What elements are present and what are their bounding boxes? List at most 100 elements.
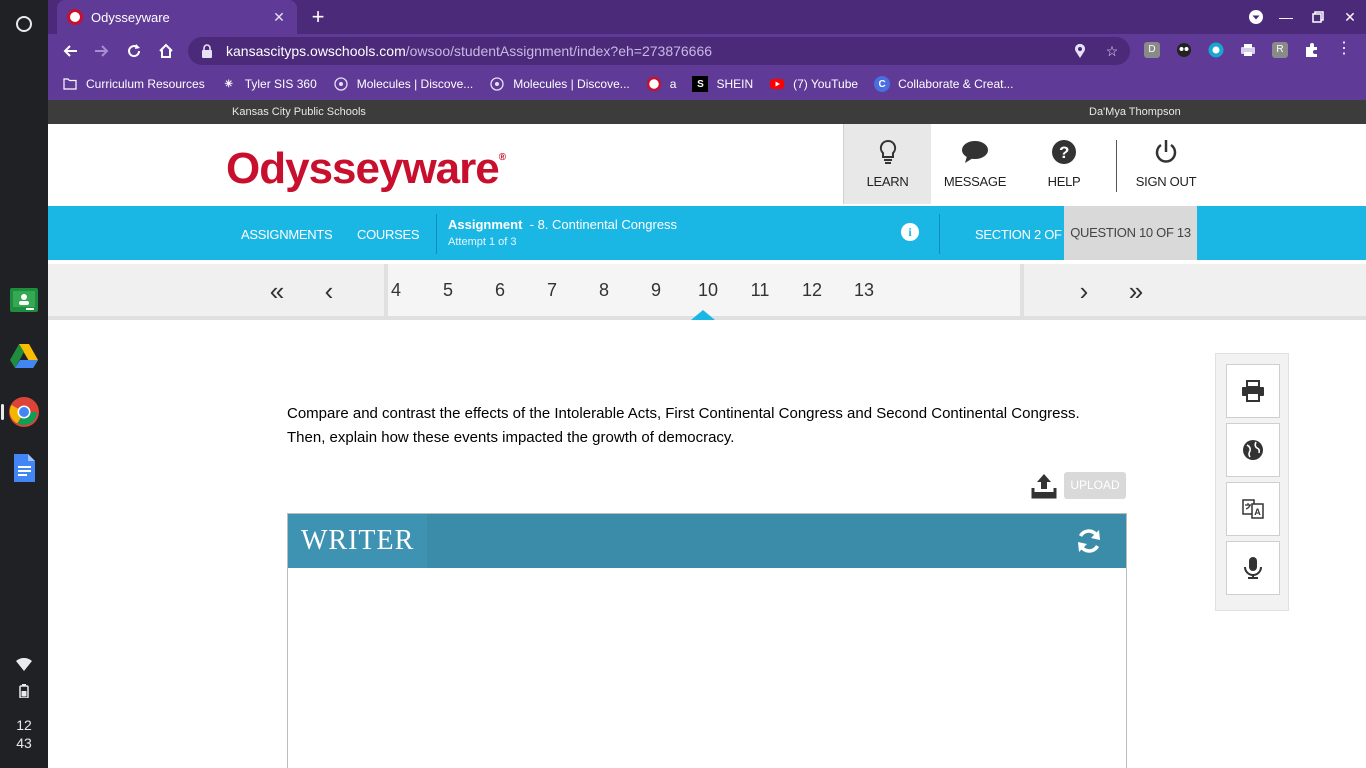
- bookmark-label: a: [669, 77, 677, 91]
- refresh-icon[interactable]: [1075, 527, 1103, 555]
- info-icon[interactable]: i: [901, 223, 919, 241]
- power-icon: [1152, 138, 1180, 166]
- bookmark-star-icon[interactable]: ☆: [1102, 41, 1122, 61]
- battery-icon: [19, 684, 29, 698]
- bookmarks-bar: Curriculum Resources ✳ Tyler SIS 360 Mol…: [48, 68, 1366, 100]
- account-bar: Kansas City Public Schools Da'Mya Thomps…: [48, 100, 1366, 124]
- google-drive-icon[interactable]: [8, 340, 40, 372]
- extensions-puzzle-icon[interactable]: [1304, 42, 1320, 58]
- molecules-icon: [333, 76, 349, 92]
- question-number-list: 4 5 6 7 8 9 10 11 12 13: [384, 264, 1024, 316]
- bookmark-molecules-1[interactable]: Molecules | Discove...: [333, 76, 473, 92]
- chrome-icon[interactable]: [8, 396, 40, 428]
- tab-strip: Odysseyware ✕ + — ✕: [48, 0, 1366, 34]
- forward-icon[interactable]: [90, 39, 114, 63]
- google-classroom-icon[interactable]: [8, 284, 40, 316]
- student-name: Da'Mya Thompson: [1089, 106, 1181, 118]
- help-icon: ?: [1050, 138, 1078, 166]
- canva-icon: C: [874, 76, 891, 92]
- courses-link[interactable]: COURSES: [357, 227, 420, 242]
- tab-search-icon[interactable]: [1245, 6, 1267, 28]
- prompt-line-2: Then, explain how these events impacted …: [287, 429, 735, 446]
- question-number[interactable]: 6: [485, 280, 515, 301]
- question-number[interactable]: 4: [381, 280, 411, 301]
- globe-icon[interactable]: [1226, 423, 1280, 477]
- google-docs-icon[interactable]: [8, 452, 40, 484]
- close-window-icon[interactable]: ✕: [1339, 6, 1361, 28]
- question-number[interactable]: 11: [745, 280, 775, 301]
- question-number[interactable]: 5: [433, 280, 463, 301]
- last-question-icon[interactable]: »: [1122, 278, 1150, 306]
- upload-button[interactable]: UPLOAD: [1064, 472, 1126, 499]
- previous-question-icon[interactable]: ‹: [315, 278, 343, 306]
- microphone-icon[interactable]: [1226, 541, 1280, 595]
- system-clock[interactable]: 12 43: [0, 716, 48, 752]
- url-host: kansascityps.owschools.com: [226, 43, 406, 59]
- browser-menu-icon[interactable]: ⋮: [1336, 41, 1352, 58]
- next-question-icon[interactable]: ›: [1070, 278, 1098, 306]
- wifi-icon: [16, 658, 32, 671]
- assignments-link[interactable]: ASSIGNMENTS: [241, 227, 333, 242]
- odysseyware-icon: [646, 76, 662, 92]
- extension-d-icon[interactable]: D: [1144, 42, 1160, 58]
- reload-icon[interactable]: [122, 39, 146, 63]
- tab-title: Odysseyware: [91, 9, 170, 25]
- question-number[interactable]: 12: [797, 280, 827, 301]
- new-tab-button[interactable]: +: [306, 5, 330, 29]
- launcher-icon[interactable]: [10, 10, 38, 38]
- bookmark-collaborate[interactable]: C Collaborate & Creat...: [874, 76, 1013, 92]
- nav-label: SIGN OUT: [1135, 174, 1197, 189]
- home-icon[interactable]: [154, 39, 178, 63]
- restore-icon[interactable]: [1307, 6, 1329, 28]
- translate-icon[interactable]: A: [1226, 482, 1280, 536]
- odysseyware-favicon: [67, 9, 83, 25]
- bookmark-youtube[interactable]: (7) YouTube: [769, 76, 858, 92]
- print-icon[interactable]: [1226, 364, 1280, 418]
- nav-label: MESSAGE: [943, 174, 1007, 189]
- question-number[interactable]: 7: [537, 280, 567, 301]
- browser-tab[interactable]: Odysseyware ✕: [57, 0, 297, 34]
- minimize-icon[interactable]: —: [1275, 6, 1297, 28]
- address-bar[interactable]: kansascityps.owschools.com/owsoo/student…: [188, 37, 1130, 65]
- extension-blue-icon[interactable]: [1208, 42, 1224, 58]
- nav-sign-out[interactable]: SIGN OUT: [1122, 124, 1210, 204]
- bookmark-tyler-sis[interactable]: ✳ Tyler SIS 360: [221, 76, 317, 92]
- upload-icon[interactable]: [1030, 472, 1058, 500]
- district-name: Kansas City Public Schools: [232, 106, 366, 118]
- assignment-title: Assignment - 8. Continental Congress: [448, 217, 677, 232]
- back-icon[interactable]: [58, 39, 82, 63]
- question-number[interactable]: 13: [849, 280, 879, 301]
- nav-message[interactable]: MESSAGE: [931, 124, 1019, 204]
- question-indicator: QUESTION 10 OF 13: [1064, 206, 1197, 260]
- bookmark-curriculum-resources[interactable]: Curriculum Resources: [62, 76, 205, 92]
- bookmark-molecules-2[interactable]: Molecules | Discove...: [489, 76, 630, 92]
- question-number[interactable]: 8: [589, 280, 619, 301]
- odysseyware-logo[interactable]: Odysseyware®: [226, 144, 506, 194]
- extension-r-icon[interactable]: R: [1272, 42, 1288, 58]
- first-question-icon[interactable]: «: [263, 278, 291, 306]
- attempt-count: Attempt 1 of 3: [448, 236, 517, 248]
- shein-icon: S: [692, 76, 709, 92]
- extension-printer-icon[interactable]: [1240, 42, 1256, 58]
- location-icon[interactable]: [1070, 41, 1090, 61]
- bookmark-a[interactable]: a: [646, 76, 677, 92]
- folder-icon: [62, 76, 78, 92]
- nav-help[interactable]: ? HELP: [1020, 124, 1108, 204]
- question-number-current[interactable]: 10: [693, 280, 723, 301]
- browser-toolbar: kansascityps.owschools.com/owsoo/student…: [48, 34, 1366, 68]
- tab-close-icon[interactable]: ✕: [269, 9, 289, 26]
- nav-learn[interactable]: LEARN: [843, 124, 931, 204]
- bar-separator: [436, 214, 437, 254]
- writer-text-area[interactable]: [288, 568, 1126, 768]
- prompt-line-1: Compare and contrast the effects of the …: [287, 405, 1080, 422]
- question-number[interactable]: 9: [641, 280, 671, 301]
- writer-panel: WRITER: [287, 513, 1127, 768]
- nav-label: LEARN: [866, 174, 909, 189]
- lock-icon[interactable]: [200, 44, 214, 58]
- os-shelf: 12 43: [0, 0, 48, 768]
- active-app-indicator: [1, 404, 4, 420]
- bookmark-shein[interactable]: S SHEIN: [692, 76, 753, 92]
- assignment-name: - 8. Continental Congress: [529, 217, 678, 232]
- extension-owl-icon[interactable]: [1176, 42, 1192, 58]
- url-path: /owsoo/studentAssignment/index?eh=273876…: [405, 43, 713, 59]
